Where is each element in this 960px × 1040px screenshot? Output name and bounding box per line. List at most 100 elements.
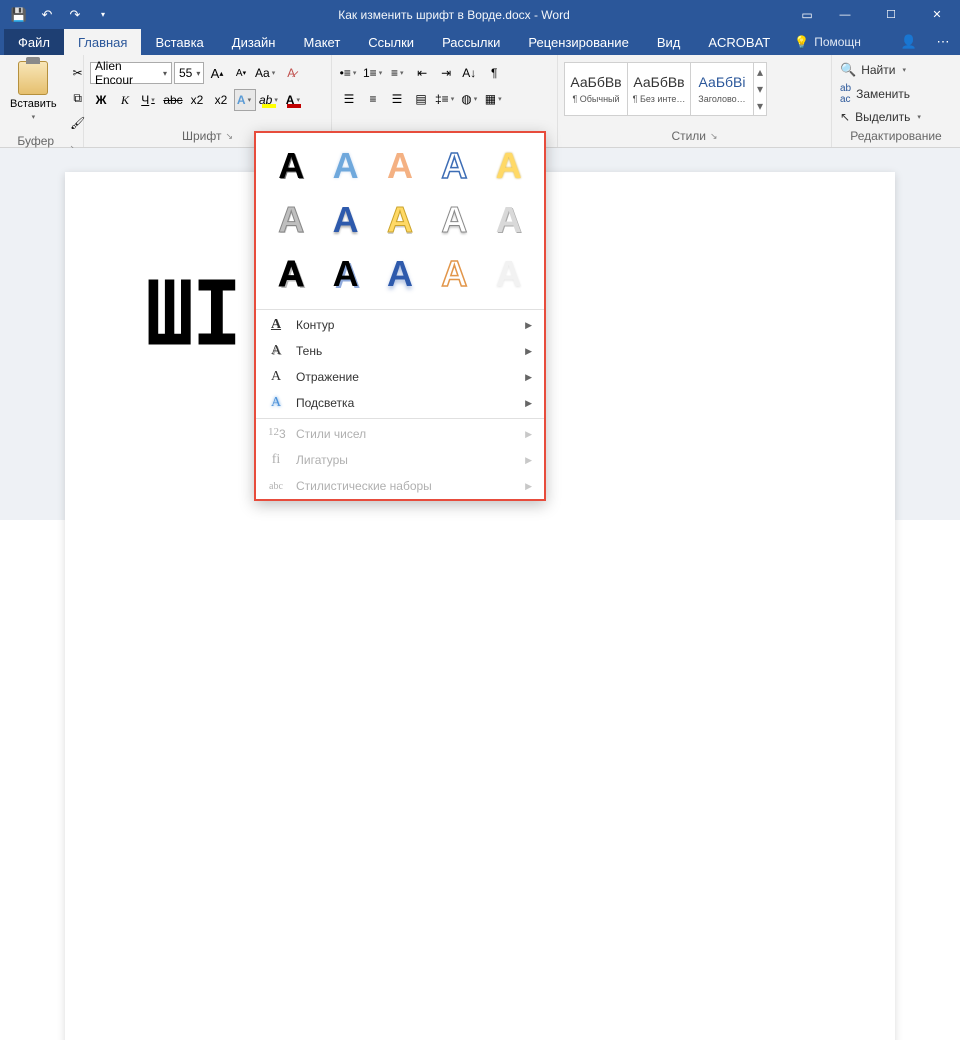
effect-preset-13[interactable]: A (375, 249, 425, 299)
style-nospacing[interactable]: АаБбВв ¶ Без инте… (627, 62, 691, 116)
maximize-button[interactable]: ☐ (868, 0, 914, 29)
shrink-font-button[interactable]: A▾ (230, 62, 252, 84)
ligatures-icon: fi (268, 452, 284, 468)
tab-acrobat[interactable]: ACROBAT (694, 29, 784, 55)
effect-preset-3[interactable]: A (375, 141, 425, 191)
save-button[interactable]: 💾 (6, 2, 32, 28)
tell-me-search[interactable]: 💡 Помощн (794, 29, 861, 55)
glow-a-icon: A (268, 395, 284, 411)
tab-mailings[interactable]: Рассылки (428, 29, 514, 55)
font-color-button[interactable]: A▾ (283, 89, 305, 111)
style-name: Заголово… (692, 94, 752, 104)
font-size-combo[interactable]: 55▾ (174, 62, 204, 84)
decrease-indent-button[interactable]: ⇤ (411, 62, 433, 84)
stylesets-icon: abc (268, 481, 284, 492)
line-spacing-button[interactable]: ‡≡▾ (434, 88, 457, 110)
effect-preset-14[interactable]: A (429, 249, 479, 299)
bold-button[interactable]: Ж (90, 89, 112, 111)
superscript-button[interactable]: x2 (210, 89, 232, 111)
tab-references[interactable]: Ссылки (354, 29, 428, 55)
tab-insert[interactable]: Вставка (141, 29, 217, 55)
collapse-ribbon-button[interactable]: ⋯ (926, 29, 960, 55)
highlight-button[interactable]: ab▾ (258, 89, 281, 111)
close-button[interactable]: ✕ (914, 0, 960, 29)
style-preview: АаБбВв (570, 74, 621, 90)
style-preview: АаБбВі (699, 74, 746, 90)
change-case-button[interactable]: Aa▾ (254, 62, 278, 84)
numbering-button[interactable]: 1≡▾ (362, 62, 385, 84)
show-marks-button[interactable]: ¶ (483, 62, 505, 84)
clipboard-icon (18, 61, 48, 95)
sort-button[interactable]: A↓ (459, 62, 481, 84)
borders-button[interactable]: ▦▾ (483, 88, 505, 110)
styles-launcher[interactable]: ↘ (710, 131, 718, 142)
text-effects-button[interactable]: A▾ (234, 89, 256, 111)
ribbon-display-options[interactable]: ▭ (792, 0, 822, 29)
replace-icon: abac (840, 83, 851, 105)
group-editing: 🔍Найти▾ abacЗаменить ↖Выделить▾ Редактир… (832, 55, 960, 147)
paste-button[interactable]: Вставить ▾ (6, 58, 61, 124)
effect-preset-15[interactable]: A (484, 249, 534, 299)
effect-preset-12[interactable]: A (320, 249, 370, 299)
effect-preset-1[interactable]: A (266, 141, 316, 191)
group-clipboard: Вставить ▾ ✂ ⧉ 🖌 Буфер обм…↘ (0, 55, 84, 147)
clear-formatting-button[interactable]: A̷ (280, 62, 302, 84)
minimize-button[interactable]: — (822, 0, 868, 29)
justify-button[interactable]: ▤ (410, 88, 432, 110)
style-normal[interactable]: АаБбВв ¶ Обычный (564, 62, 628, 116)
fx-outline[interactable]: AКонтур▶ (256, 312, 544, 338)
font-group-label: Шрифт (182, 129, 221, 143)
fx-ligatures: fiЛигатуры▶ (256, 447, 544, 473)
increase-indent-button[interactable]: ⇥ (435, 62, 457, 84)
text-effects-menu: A A A A A A A A A A A A A A A AКонтур▶ A… (254, 131, 546, 501)
reflection-a-icon: A (268, 369, 284, 385)
tab-review[interactable]: Рецензирование (514, 29, 642, 55)
align-center-button[interactable]: ≡ (362, 88, 384, 110)
strikethrough-button[interactable]: abc (162, 89, 184, 111)
redo-button[interactable]: ↷ (62, 2, 88, 28)
style-heading1[interactable]: АаБбВі Заголово… (690, 62, 754, 116)
tab-file[interactable]: Файл (4, 29, 64, 55)
effect-preset-7[interactable]: A (320, 195, 370, 245)
tab-view[interactable]: Вид (643, 29, 695, 55)
shadow-a-icon: A (268, 343, 284, 359)
effect-preset-5[interactable]: A (484, 141, 534, 191)
font-launcher[interactable]: ↘ (225, 131, 233, 142)
tab-design[interactable]: Дизайн (218, 29, 290, 55)
share-button[interactable]: 👤 (892, 29, 926, 55)
tab-home[interactable]: Главная (64, 29, 141, 55)
shading-button[interactable]: ◍▾ (459, 88, 481, 110)
search-icon: 🔍 (840, 62, 856, 78)
align-left-button[interactable]: ☰ (338, 88, 360, 110)
tab-layout[interactable]: Макет (289, 29, 354, 55)
effect-preset-6[interactable]: A (266, 195, 316, 245)
bulb-icon: 💡 (794, 35, 809, 49)
fx-glow[interactable]: AПодсветка▶ (256, 390, 544, 416)
subscript-button[interactable]: x2 (186, 89, 208, 111)
effect-preset-9[interactable]: A (429, 195, 479, 245)
fx-reflection[interactable]: AОтражение▶ (256, 364, 544, 390)
fx-numstyles: 123Стили чисел▶ (256, 421, 544, 447)
style-name: ¶ Обычный (566, 94, 626, 104)
effect-preset-4[interactable]: A (429, 141, 479, 191)
grow-font-button[interactable]: A▴ (206, 62, 228, 84)
italic-button[interactable]: К (114, 89, 136, 111)
fx-shadow[interactable]: AТень▶ (256, 338, 544, 364)
effect-preset-8[interactable]: A (375, 195, 425, 245)
replace-button[interactable]: abacЗаменить (838, 82, 954, 106)
align-right-button[interactable]: ☰ (386, 88, 408, 110)
find-button[interactable]: 🔍Найти▾ (838, 61, 954, 79)
styles-gallery: АаБбВв ¶ Обычный АаБбВв ¶ Без инте… АаБб… (564, 62, 767, 116)
effect-preset-11[interactable]: A (266, 249, 316, 299)
styles-expand-button[interactable]: ▴▾▾ (753, 62, 767, 116)
numstyles-icon: 123 (268, 426, 284, 441)
underline-button[interactable]: Ч▾ (138, 89, 160, 111)
select-button[interactable]: ↖Выделить▾ (838, 109, 954, 125)
qat-customize[interactable]: ▾ (90, 2, 116, 28)
undo-button[interactable]: ↶ (34, 2, 60, 28)
multilevel-list-button[interactable]: ≡▾ (387, 62, 409, 84)
bullets-button[interactable]: •≡▾ (338, 62, 360, 84)
effect-preset-2[interactable]: A (320, 141, 370, 191)
effect-preset-10[interactable]: A (484, 195, 534, 245)
font-name-combo[interactable]: Alien Encour▾ (90, 62, 172, 84)
